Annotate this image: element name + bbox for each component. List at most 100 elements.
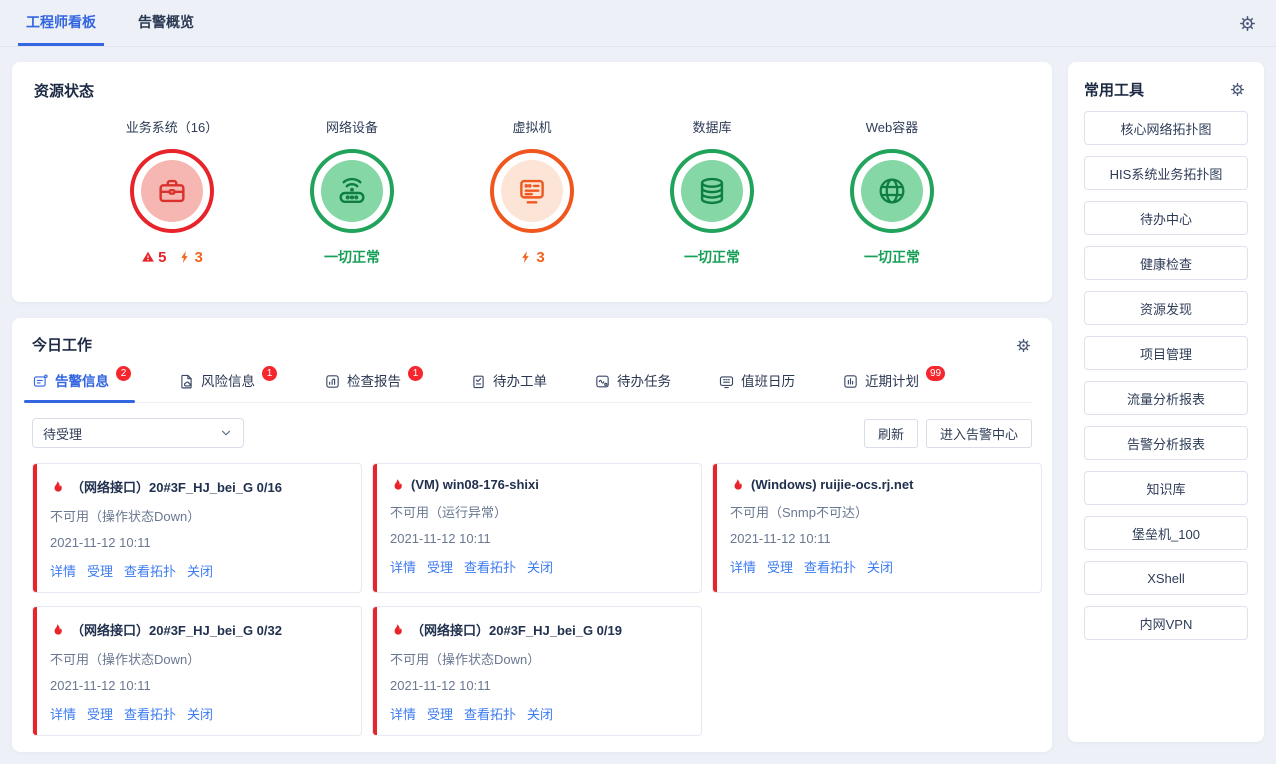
resource-status-title: 资源状态 xyxy=(34,80,1030,101)
resource-status-card: 资源状态 业务系统（16） 5 3 xyxy=(12,62,1052,302)
today-work-tabs: 告警信息 2 风险信息 1 检查报告 1 待办工单 xyxy=(32,370,1032,403)
today-work-gear-icon[interactable] xyxy=(1012,334,1034,356)
duty-calendar-icon xyxy=(718,373,735,390)
lightning-icon xyxy=(178,250,192,264)
tab-alarm-overview[interactable]: 告警概览 xyxy=(130,0,202,46)
tool-button-resource-discovery[interactable]: 资源发现 xyxy=(1084,291,1248,325)
accept-link[interactable]: 受理 xyxy=(427,704,453,723)
close-link[interactable]: 关闭 xyxy=(527,704,553,723)
lightning-icon xyxy=(519,250,533,264)
common-tools-title: 常用工具 xyxy=(1084,79,1144,100)
tool-button-intranet-vpn[interactable]: 内网VPN xyxy=(1084,606,1248,640)
tab-check-report[interactable]: 检查报告 1 xyxy=(324,370,423,402)
view-topology-link[interactable]: 查看拓扑 xyxy=(124,561,176,580)
alert-card: （网络接口）20#3F_HJ_bei_G 0/16 不可用（操作状态Down） … xyxy=(32,463,362,593)
todo-task-icon xyxy=(594,373,611,390)
accept-link[interactable]: 受理 xyxy=(87,561,113,580)
tab-duty-calendar[interactable]: 值班日历 xyxy=(718,370,795,402)
today-work-card: 今日工作 告警信息 2 风险信息 1 检查报告 1 xyxy=(12,318,1052,752)
close-link[interactable]: 关闭 xyxy=(187,704,213,723)
alarm-center-button[interactable]: 进入告警中心 xyxy=(926,419,1032,448)
tool-button-todo-center[interactable]: 待办中心 xyxy=(1084,201,1248,235)
resource-item-databases[interactable]: 数据库 一切正常 xyxy=(632,117,792,267)
resource-ring xyxy=(670,149,754,233)
tab-todo-orders[interactable]: 待办工单 xyxy=(470,370,547,402)
alert-card: (VM) win08-176-shixi 不可用（运行异常） 2021-11-1… xyxy=(372,463,702,593)
tab-alarm-info[interactable]: 告警信息 2 xyxy=(32,370,131,402)
resource-status-text: 一切正常 xyxy=(864,247,920,267)
tool-button-xshell[interactable]: XShell xyxy=(1084,561,1248,595)
tab-risk-info[interactable]: 风险信息 1 xyxy=(178,370,277,402)
detail-link[interactable]: 详情 xyxy=(390,704,416,723)
detail-link[interactable]: 详情 xyxy=(390,557,416,576)
tab-todo-tasks[interactable]: 待办任务 xyxy=(594,370,671,402)
tab-badge: 1 xyxy=(262,366,277,381)
alarm-triangle-icon xyxy=(141,250,155,264)
view-topology-link[interactable]: 查看拓扑 xyxy=(124,704,176,723)
resource-label: 网络设备 xyxy=(326,117,378,136)
tab-badge: 2 xyxy=(116,366,131,381)
refresh-button[interactable]: 刷新 xyxy=(864,419,918,448)
tab-label: 告警概览 xyxy=(138,12,194,32)
fire-icon xyxy=(730,478,744,492)
tab-recent-plan[interactable]: 近期计划 99 xyxy=(842,370,945,402)
detail-link[interactable]: 详情 xyxy=(730,557,756,576)
tab-label: 工程师看板 xyxy=(26,12,96,32)
detail-link[interactable]: 详情 xyxy=(50,561,76,580)
top-tab-bar: 工程师看板 告警概览 xyxy=(0,0,1276,47)
tool-button-health-check[interactable]: 健康检查 xyxy=(1084,246,1248,280)
alarm-status-select[interactable]: 待受理 xyxy=(32,418,244,448)
alert-time: 2021-11-12 10:11 xyxy=(730,531,1027,546)
tool-button-core-network-topology[interactable]: 核心网络拓扑图 xyxy=(1084,111,1248,145)
accept-link[interactable]: 受理 xyxy=(427,557,453,576)
view-topology-link[interactable]: 查看拓扑 xyxy=(464,704,516,723)
view-topology-link[interactable]: 查看拓扑 xyxy=(804,557,856,576)
resource-status-text: 一切正常 xyxy=(684,247,740,267)
alert-desc: 不可用（操作状态Down） xyxy=(50,506,347,525)
fire-icon xyxy=(50,623,64,637)
resource-label: 数据库 xyxy=(692,117,731,136)
view-topology-link[interactable]: 查看拓扑 xyxy=(464,557,516,576)
alert-card: （网络接口）20#3F_HJ_bei_G 0/32 不可用（操作状态Down） … xyxy=(32,606,362,736)
alarm-count: 5 xyxy=(158,249,166,266)
tool-button-his-business-topology[interactable]: HIS系统业务拓扑图 xyxy=(1084,156,1248,190)
alert-desc: 不可用（操作状态Down） xyxy=(50,649,347,668)
close-link[interactable]: 关闭 xyxy=(527,557,553,576)
alert-desc: 不可用（运行异常） xyxy=(390,502,687,521)
resource-item-web-containers[interactable]: Web容器 一切正常 xyxy=(812,117,972,267)
warn-count: 3 xyxy=(536,249,544,266)
tool-button-project-management[interactable]: 项目管理 xyxy=(1084,336,1248,370)
resource-item-business-systems[interactable]: 业务系统（16） 5 3 xyxy=(92,117,252,267)
close-link[interactable]: 关闭 xyxy=(867,557,893,576)
today-work-title: 今日工作 xyxy=(32,334,1032,355)
fire-icon xyxy=(50,480,64,494)
tool-button-alarm-report[interactable]: 告警分析报表 xyxy=(1084,426,1248,460)
accept-link[interactable]: 受理 xyxy=(87,704,113,723)
select-value: 待受理 xyxy=(43,424,82,443)
tool-button-knowledge-base[interactable]: 知识库 xyxy=(1084,471,1248,505)
resource-ring xyxy=(490,149,574,233)
alert-message-icon xyxy=(32,373,49,390)
fire-icon xyxy=(390,478,404,492)
tool-button-traffic-report[interactable]: 流量分析报表 xyxy=(1084,381,1248,415)
tool-button-bastion-host[interactable]: 堡垒机_100 xyxy=(1084,516,1248,550)
chevron-down-icon xyxy=(219,426,233,440)
alert-title: (Windows) ruijie-ocs.rj.net xyxy=(751,477,913,492)
alert-card: （网络接口）20#3F_HJ_bei_G 0/19 不可用（操作状态Down） … xyxy=(372,606,702,736)
database-icon xyxy=(681,160,743,222)
alert-title: （网络接口）20#3F_HJ_bei_G 0/32 xyxy=(71,620,282,639)
alert-card-grid: （网络接口）20#3F_HJ_bei_G 0/16 不可用（操作状态Down） … xyxy=(32,463,1032,736)
alert-title: （网络接口）20#3F_HJ_bei_G 0/16 xyxy=(71,477,282,496)
fire-icon xyxy=(390,623,404,637)
detail-link[interactable]: 详情 xyxy=(50,704,76,723)
accept-link[interactable]: 受理 xyxy=(767,557,793,576)
alert-time: 2021-11-12 10:11 xyxy=(50,678,347,693)
close-link[interactable]: 关闭 xyxy=(187,561,213,580)
alert-desc: 不可用（Snmp不可达） xyxy=(730,502,1027,521)
resource-item-virtual-machines[interactable]: 虚拟机 3 xyxy=(452,117,612,267)
settings-gear-icon[interactable] xyxy=(1236,12,1258,34)
alert-desc: 不可用（操作状态Down） xyxy=(390,649,687,668)
tools-gear-icon[interactable] xyxy=(1226,78,1248,100)
tab-engineer-dashboard[interactable]: 工程师看板 xyxy=(18,0,104,46)
resource-item-network-devices[interactable]: 网络设备 一切正常 xyxy=(272,117,432,267)
